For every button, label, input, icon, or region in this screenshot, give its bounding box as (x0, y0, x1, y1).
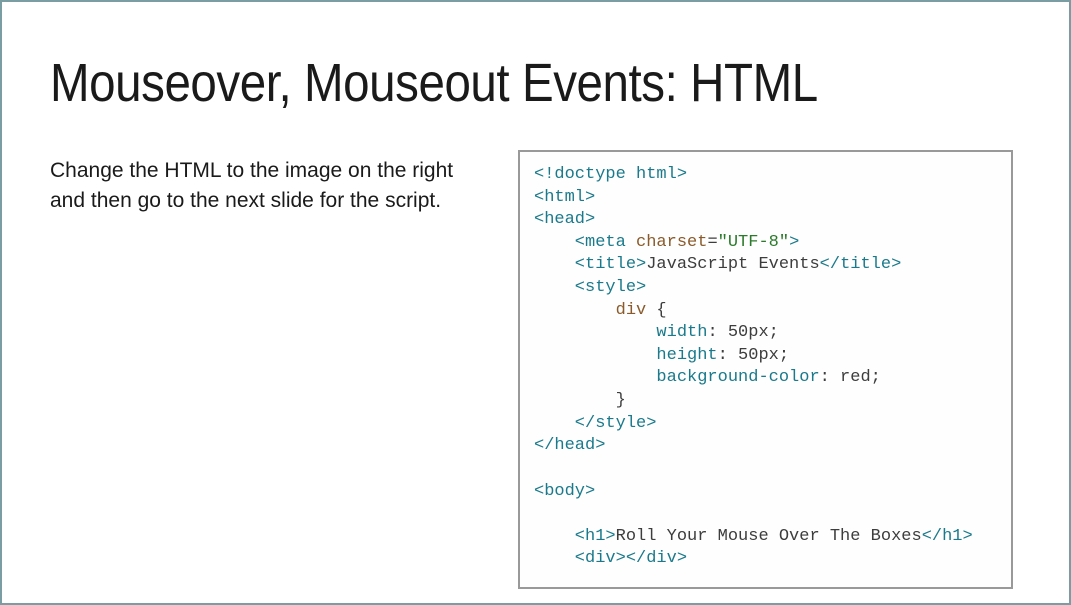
code-token: : red; (820, 368, 881, 387)
code-token: > (891, 255, 901, 274)
code-token (534, 368, 656, 387)
code-token: "UTF-8" (718, 233, 789, 252)
code-token: < (534, 527, 585, 546)
code-token: < (534, 255, 585, 274)
code-token: > (636, 255, 646, 274)
code-token: > (677, 549, 687, 568)
code-token: charset (626, 233, 708, 252)
code-token: height (656, 346, 717, 365)
code-token (534, 323, 656, 342)
code-token: > (605, 527, 615, 546)
code-token: head (554, 436, 595, 455)
code-token: meta (585, 233, 626, 252)
code-token: title (585, 255, 636, 274)
code-token: > (963, 527, 973, 546)
code-token: div (616, 301, 647, 320)
code-token: : 50px; (718, 346, 789, 365)
code-token: h1 (942, 527, 962, 546)
code-token: style (595, 414, 646, 433)
code-token: </ (820, 255, 840, 274)
code-token: style (585, 278, 636, 297)
code-token: title (840, 255, 891, 274)
code-line: <html> (534, 188, 595, 207)
code-token: : 50px; (707, 323, 778, 342)
slide-container: Mouseover, Mouseout Events: HTML Change … (2, 2, 1069, 603)
code-token: div (646, 549, 677, 568)
code-line: <head> (534, 210, 595, 229)
code-token: < (534, 549, 585, 568)
code-line: <!doctype html> (534, 165, 687, 184)
code-token: div (585, 549, 616, 568)
code-token: > (585, 482, 595, 501)
content-row: Change the HTML to the image on the righ… (50, 150, 1021, 589)
code-token: = (707, 233, 717, 252)
code-snippet-box: <!doctype html> <html> <head> <meta char… (518, 150, 1013, 589)
code-line: } (534, 391, 626, 410)
code-token: < (534, 482, 544, 501)
code-token: </ (922, 527, 942, 546)
code-token (534, 346, 656, 365)
code-token: { (646, 301, 666, 320)
code-token (534, 301, 616, 320)
code-token: > (595, 436, 605, 455)
code-token: JavaScript Events (646, 255, 819, 274)
code-token: < (534, 278, 585, 297)
code-token: Roll Your Mouse Over The Boxes (616, 527, 922, 546)
code-token: background-color (656, 368, 819, 387)
code-token: width (656, 323, 707, 342)
code-token: < (534, 233, 585, 252)
code-token: > (636, 278, 646, 297)
code-token: > (646, 414, 656, 433)
instruction-text: Change the HTML to the image on the righ… (50, 150, 470, 589)
code-token: h1 (585, 527, 605, 546)
code-token: </ (534, 436, 554, 455)
code-token: ></ (616, 549, 647, 568)
code-token: > (789, 233, 799, 252)
code-token: body (544, 482, 585, 501)
slide-title: Mouseover, Mouseout Events: HTML (50, 52, 904, 114)
code-token: </ (534, 414, 595, 433)
